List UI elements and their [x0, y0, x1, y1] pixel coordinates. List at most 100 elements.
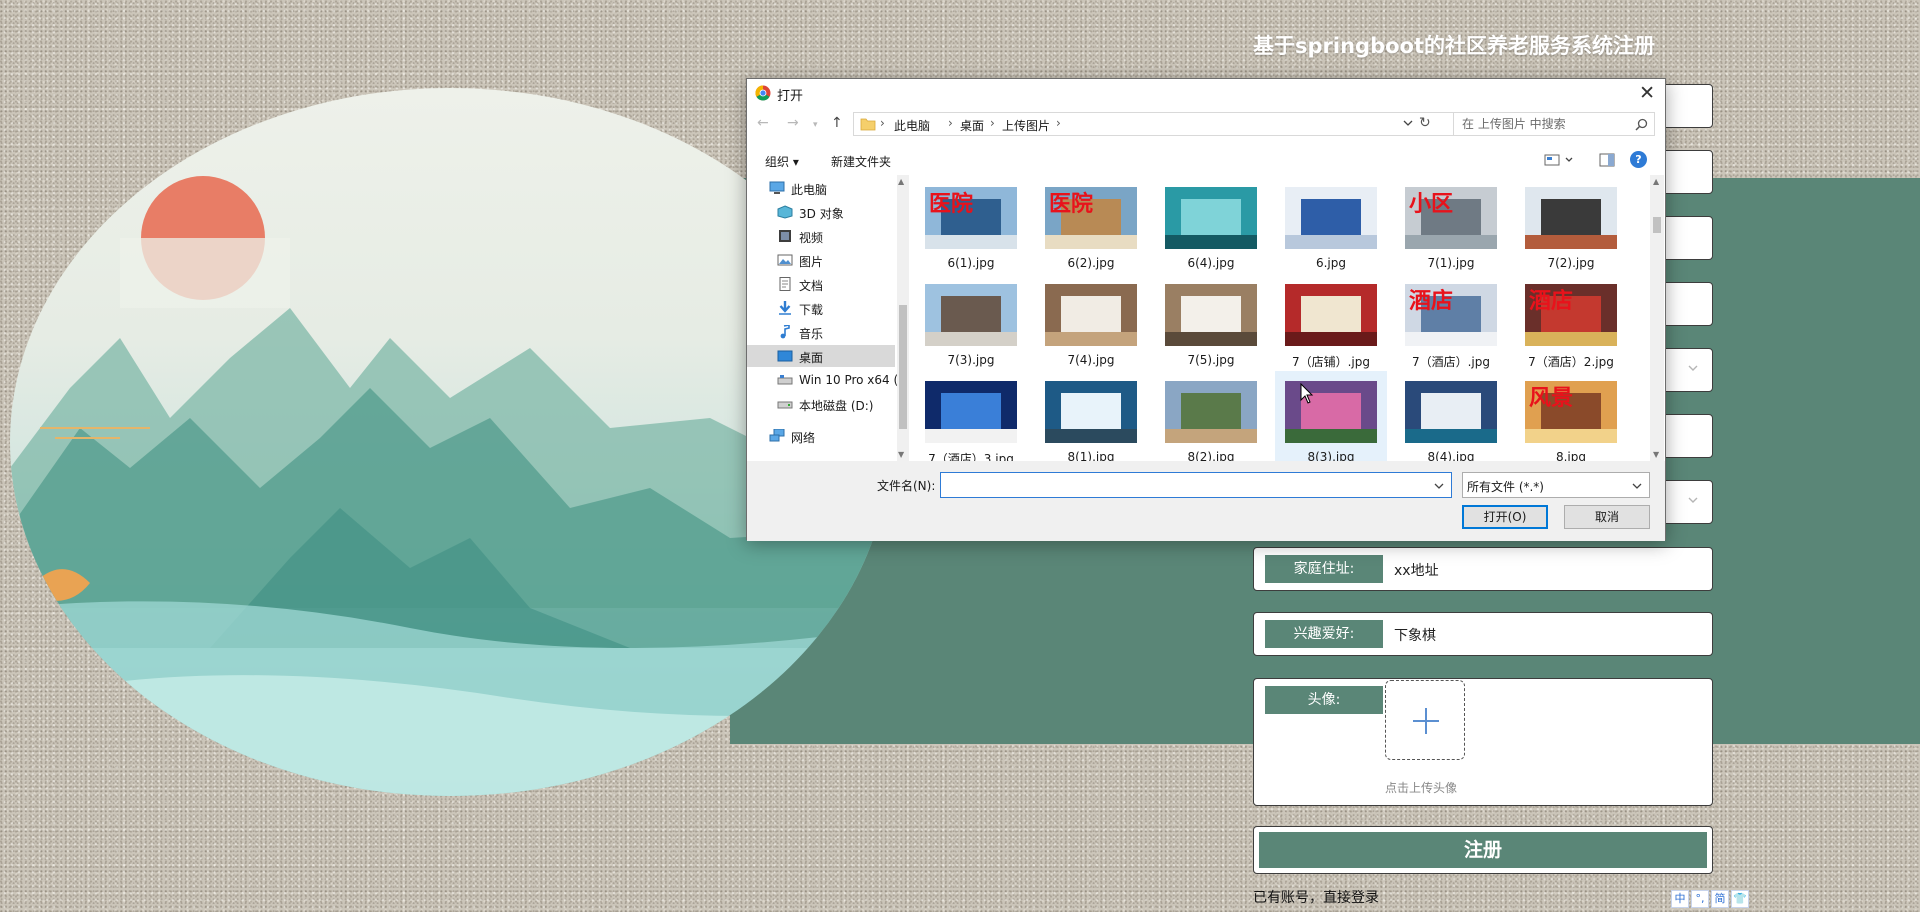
- search-box[interactable]: [1453, 112, 1655, 136]
- avatar-upload-hint: 点击上传头像: [1385, 781, 1458, 795]
- file-name: 7(5).jpg: [1187, 353, 1235, 367]
- avatar-upload-button[interactable]: [1385, 680, 1465, 760]
- nav-item-label: 视频: [799, 231, 824, 245]
- nav-item-network[interactable]: 网络: [747, 425, 895, 447]
- file-item[interactable]: 8(3).jpg: [1275, 371, 1387, 461]
- file-item[interactable]: 7(4).jpg: [1035, 274, 1147, 367]
- breadcrumb-this-pc[interactable]: 此电脑: [894, 117, 930, 134]
- file-type-select[interactable]: 所有文件 (*.*): [1462, 472, 1650, 498]
- ime-chinese-mode[interactable]: 中: [1671, 890, 1689, 908]
- help-icon[interactable]: ?: [1630, 151, 1647, 168]
- drive-icon: [777, 401, 793, 409]
- file-item[interactable]: 7（店铺）.jpg: [1275, 274, 1387, 369]
- dialog-footer: 文件名(N): 所有文件 (*.*) 打开(O) 取消: [747, 461, 1665, 541]
- dialog-titlebar[interactable]: 打开 ✕: [747, 79, 1665, 107]
- nav-item-videos[interactable]: 视频: [747, 225, 895, 247]
- image-thumbnail: [1045, 381, 1137, 443]
- cancel-button[interactable]: 取消: [1564, 505, 1650, 529]
- file-item[interactable]: 8(1).jpg: [1035, 371, 1147, 461]
- scroll-down-icon[interactable]: ▼: [1653, 450, 1659, 459]
- scroll-thumb[interactable]: [899, 305, 907, 429]
- nav-item-3d-objects[interactable]: 3D 对象: [747, 201, 895, 223]
- open-button[interactable]: 打开(O): [1462, 505, 1548, 529]
- preview-pane-icon[interactable]: [1599, 153, 1615, 167]
- image-thumbnail: [1285, 187, 1377, 249]
- dialog-title: 打开: [777, 89, 804, 104]
- file-item[interactable]: 风景 8.jpg: [1515, 371, 1627, 461]
- ime-simplified[interactable]: 简: [1711, 890, 1729, 908]
- ime-punctuation[interactable]: °,: [1691, 890, 1709, 908]
- image-thumbnail: [925, 381, 1017, 443]
- file-item[interactable]: 6(4).jpg: [1155, 177, 1267, 270]
- ime-toolbar[interactable]: 中 °, 简 👕: [1671, 890, 1749, 908]
- scroll-up-icon[interactable]: ▲: [898, 177, 904, 186]
- breadcrumb-separator-icon: ›: [948, 116, 953, 130]
- nav-item-local-disk-d[interactable]: 本地磁盘 (D:): [747, 393, 895, 415]
- image-thumbnail: [1405, 381, 1497, 443]
- ime-skin-icon[interactable]: 👕: [1731, 890, 1749, 908]
- avatar-field: 头像: 点击上传头像: [1253, 678, 1713, 806]
- file-item[interactable]: 7(2).jpg: [1515, 177, 1627, 270]
- chevron-down-icon[interactable]: [1402, 117, 1414, 129]
- chevron-down-icon[interactable]: [1433, 480, 1445, 492]
- scroll-thumb[interactable]: [1653, 217, 1661, 233]
- address-bar[interactable]: › 此电脑 › 桌面 › 上传图片 › ↻: [853, 112, 1463, 136]
- refresh-icon[interactable]: ↻: [1419, 115, 1431, 131]
- organize-menu[interactable]: 组织 ▾: [765, 153, 799, 170]
- file-name: 7（店铺）.jpg: [1291, 355, 1371, 369]
- navigation-pane: 此电脑 3D 对象 视频 图片 文档 下载 音乐 桌面 Win 10 Pro x…: [747, 175, 897, 461]
- close-icon[interactable]: ✕: [1639, 82, 1655, 104]
- thumbnail-overlay-text: 小区: [1409, 192, 1453, 217]
- file-item[interactable]: 小区 7(1).jpg: [1395, 177, 1507, 270]
- nav-item-label: 本地磁盘 (D:): [799, 399, 874, 413]
- file-grid-scrollbar[interactable]: ▲ ▼: [1650, 175, 1664, 461]
- up-arrow-icon[interactable]: ↑: [831, 115, 843, 131]
- nav-item-documents[interactable]: 文档: [747, 273, 895, 295]
- file-item[interactable]: 医院 6(2).jpg: [1035, 177, 1147, 270]
- file-item[interactable]: 8(4).jpg: [1395, 371, 1507, 461]
- scroll-up-icon[interactable]: ▲: [1653, 177, 1659, 186]
- chrome-icon: [755, 85, 771, 101]
- nav-item-label: 下载: [799, 303, 824, 317]
- file-name: 6(2).jpg: [1067, 256, 1115, 270]
- back-arrow-icon[interactable]: ←: [757, 115, 769, 131]
- hobby-field[interactable]: 兴趣爱好: 下象棋: [1253, 612, 1713, 656]
- navigation-scrollbar[interactable]: ▲ ▼: [897, 175, 909, 461]
- address-field[interactable]: 家庭住址: xx地址: [1253, 547, 1713, 591]
- chevron-down-icon: [1688, 497, 1698, 503]
- file-item[interactable]: 7（酒店）3.jpg: [915, 371, 1027, 461]
- nav-item-desktop[interactable]: 桌面: [747, 345, 895, 367]
- file-item[interactable]: 7(3).jpg: [915, 274, 1027, 367]
- login-link[interactable]: 已有账号，直接登录: [1253, 887, 1379, 907]
- image-thumbnail: [1525, 187, 1617, 249]
- file-name: 8(1).jpg: [1067, 450, 1115, 461]
- nav-item-downloads[interactable]: 下载: [747, 297, 895, 319]
- register-button[interactable]: 注册: [1253, 826, 1713, 874]
- address-label: 家庭住址:: [1265, 555, 1383, 583]
- new-folder-button[interactable]: 新建文件夹: [831, 153, 891, 170]
- forward-arrow-icon[interactable]: →: [787, 115, 799, 131]
- filename-input[interactable]: [945, 477, 1425, 493]
- recent-chevron-icon[interactable]: ▾: [813, 120, 818, 130]
- nav-item-music[interactable]: 音乐: [747, 321, 895, 343]
- file-type-value: 所有文件 (*.*): [1467, 480, 1544, 494]
- file-item[interactable]: 酒店 7（酒店）2.jpg: [1515, 274, 1627, 369]
- breadcrumb-upload-images[interactable]: 上传图片: [1002, 117, 1050, 134]
- scroll-down-icon[interactable]: ▼: [898, 450, 904, 459]
- file-item[interactable]: 8(2).jpg: [1155, 371, 1267, 461]
- filename-combobox[interactable]: [940, 472, 1452, 498]
- nav-item-system-drive[interactable]: Win 10 Pro x64 (: [747, 369, 897, 391]
- breadcrumb-desktop[interactable]: 桌面: [960, 117, 984, 134]
- view-mode-icon[interactable]: [1544, 153, 1578, 167]
- search-input[interactable]: [1462, 116, 1622, 132]
- file-name: 6(1).jpg: [947, 256, 995, 270]
- file-name: 7(4).jpg: [1067, 353, 1115, 367]
- file-item[interactable]: 医院 6(1).jpg: [915, 177, 1027, 270]
- file-item[interactable]: 7(5).jpg: [1155, 274, 1267, 367]
- file-item[interactable]: 6.jpg: [1275, 177, 1387, 270]
- breadcrumb-separator-icon: ›: [880, 116, 885, 130]
- thumbnail-overlay-text: 医院: [1049, 191, 1093, 217]
- file-item[interactable]: 酒店 7（酒店）.jpg: [1395, 274, 1507, 369]
- nav-item-this-pc[interactable]: 此电脑: [747, 177, 895, 199]
- nav-item-pictures[interactable]: 图片: [747, 249, 895, 271]
